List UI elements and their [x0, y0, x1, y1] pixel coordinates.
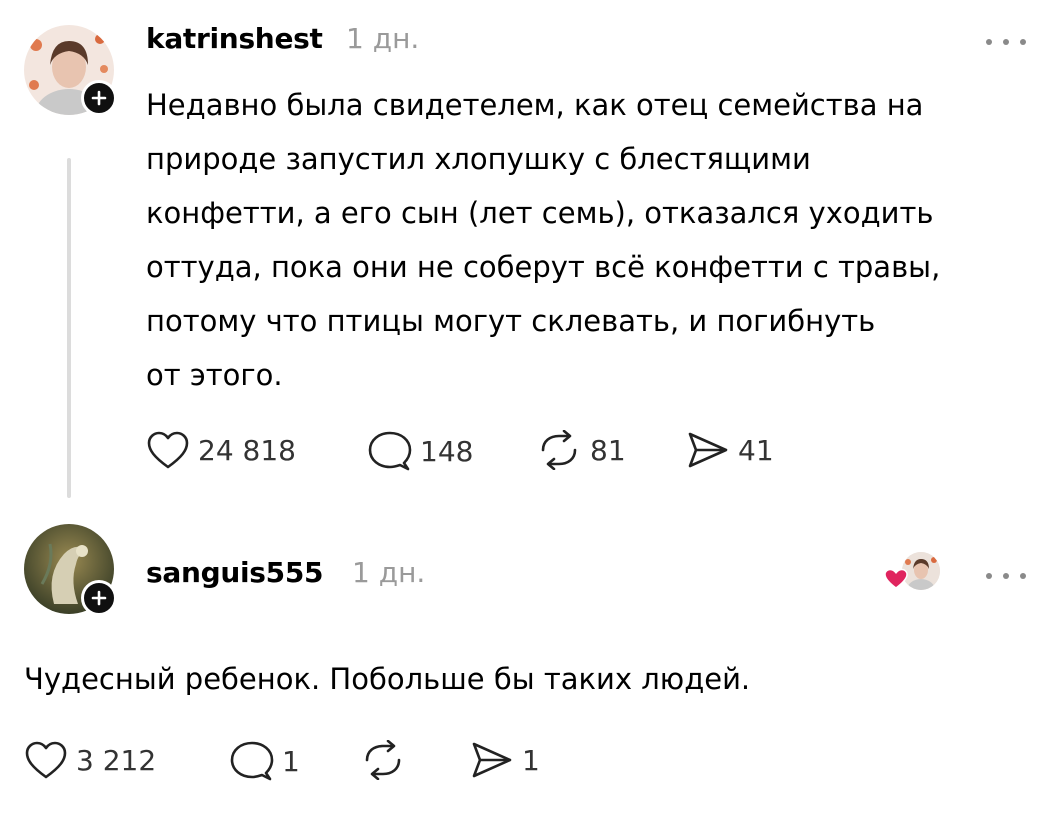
post-time: 1 дн.	[346, 22, 420, 55]
reply-comment-count: 1	[282, 744, 300, 778]
post-text: Недавно была свидетелем, как отец семейс…	[146, 78, 940, 402]
comment-button[interactable]: 148	[368, 430, 473, 472]
heart-filled-icon	[884, 568, 908, 589]
heart-icon	[147, 431, 189, 469]
reply-username[interactable]: sanguis555	[146, 556, 323, 589]
repost-count: 81	[590, 433, 626, 467]
like-button[interactable]: 24 818	[146, 430, 296, 470]
reply-time: 1 дн.	[352, 556, 426, 589]
reply-follow-button[interactable]	[81, 580, 117, 616]
reply-repost-button[interactable]	[360, 740, 406, 780]
post-text-line: потому что птицы могут склевать, и погиб…	[146, 304, 876, 338]
post-text-line: природе запустил хлопушку с блестящими	[146, 142, 811, 176]
reply-share-button[interactable]: 1	[470, 740, 540, 780]
follow-button[interactable]	[81, 80, 117, 116]
repost-icon	[541, 430, 577, 470]
reply-text: Чудесный ребенок. Побольше бы таких люде…	[24, 662, 751, 696]
follow-plus-icon	[91, 90, 107, 106]
repost-icon	[365, 740, 401, 780]
share-count: 41	[738, 433, 774, 467]
comment-count: 148	[420, 434, 474, 468]
share-icon	[688, 432, 728, 468]
thread-line	[67, 158, 71, 498]
share-icon	[472, 742, 512, 778]
more-icon[interactable]	[986, 35, 1026, 49]
reply-share-count: 1	[522, 743, 540, 777]
share-button[interactable]: 41	[686, 430, 774, 470]
post-text-line: конфетти, а его сын (лет семь), отказалс…	[146, 196, 934, 230]
liked-by-author-indicator	[884, 552, 940, 592]
post-text-line: Недавно была свидетелем, как отец семейс…	[146, 88, 924, 122]
like-count: 24 818	[198, 433, 296, 467]
reply-more-icon[interactable]	[986, 569, 1026, 583]
comment-icon	[230, 741, 274, 781]
reply-like-button[interactable]: 3 212	[24, 740, 156, 780]
post-text-line: оттуда, пока они не соберут всё конфетти…	[146, 250, 941, 284]
heart-icon	[25, 741, 67, 779]
post-text-line: от этого.	[146, 358, 283, 392]
reply-comment-button[interactable]: 1	[230, 740, 300, 782]
repost-button[interactable]: 81	[536, 430, 626, 470]
post-username[interactable]: katrinshest	[146, 22, 323, 55]
reply-like-count: 3 212	[76, 743, 157, 777]
follow-plus-icon	[91, 590, 107, 606]
comment-icon	[368, 431, 412, 471]
